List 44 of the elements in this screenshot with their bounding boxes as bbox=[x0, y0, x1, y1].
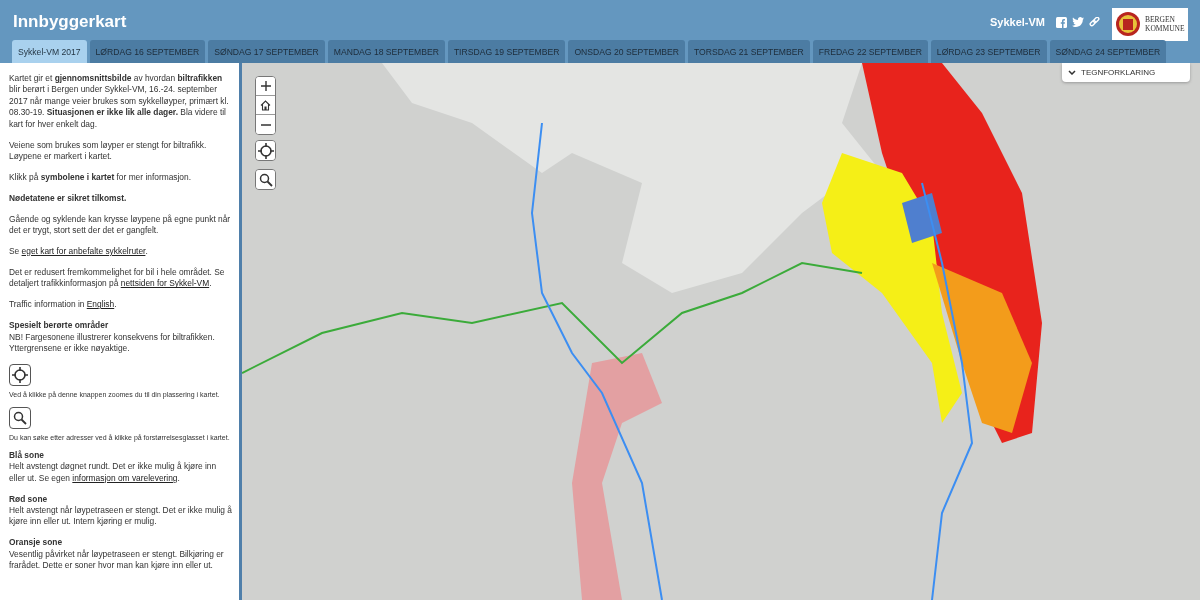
info-paragraph: NB! Fargesonene illustrerer konsekvens for biltrafikken. Yttergrensene er ikke nøyaktige. bbox=[9, 331, 216, 355]
chevron-down-icon bbox=[1068, 70, 1076, 75]
link-icon[interactable] bbox=[1089, 16, 1100, 28]
locate-icon bbox=[257, 142, 274, 159]
info-paragraph: Det er redusert fremkommelighet for bil i hele området. Se detaljert trafikkinformasjon på nettsiden for Sykkel-VM. bbox=[9, 266, 226, 290]
info-paragraph: Klikk på symbolene i kartet for mer informasjon. bbox=[9, 171, 192, 184]
map-drawing[interactable] bbox=[242, 63, 1200, 600]
search-icon bbox=[258, 172, 273, 187]
legend-button[interactable]: TEGNFORKLARING bbox=[1062, 63, 1190, 82]
info-paragraph: Veiene som brukes som løyper er stengt for biltrafikk. Løypene er markert i kartet. bbox=[9, 139, 208, 163]
info-paragraph: Nødetatene er sikret tilkomst. bbox=[9, 192, 128, 205]
search-button[interactable] bbox=[256, 170, 275, 189]
zoom-in-button[interactable] bbox=[256, 77, 275, 96]
day-tab[interactable]: FREDAG 22 SEPTEMBER bbox=[812, 40, 928, 63]
text-link[interactable]: informasjon om varelevering bbox=[72, 472, 178, 483]
info-paragraph: Traffic information in English. bbox=[9, 299, 118, 311]
info-paragraph: Se eget kart for anbefalte sykkelruter. bbox=[9, 245, 149, 258]
day-tab[interactable]: MANDAG 18 SEPTEMBER bbox=[327, 40, 445, 63]
locate-button[interactable] bbox=[256, 141, 275, 160]
facebook-icon[interactable] bbox=[1056, 16, 1067, 28]
zone-description: Helt avstengt døgnet rundt. Det er ikke mulig å kjøre inn eller ut. Se egen informasjon om varelevering. bbox=[9, 461, 218, 485]
day-tab[interactable]: Sykkel-VM 2017 bbox=[12, 40, 87, 63]
day-tab[interactable]: SØNDAG 24 SEPTEMBER bbox=[1049, 40, 1167, 63]
plus-icon bbox=[260, 81, 271, 91]
day-tab[interactable]: TIRSDAG 19 SEPTEMBER bbox=[447, 40, 566, 63]
section-heading: Spesielt berørte områder bbox=[9, 320, 110, 332]
coat-of-arms-icon bbox=[1115, 11, 1141, 37]
app-title: Innbyggerkart bbox=[13, 12, 127, 32]
info-paragraph: Gående og syklende kan krysse løypene på egne punkt når det er trygt, stort sett der det er gangfelt. bbox=[9, 213, 232, 237]
day-tab[interactable]: SØNDAG 17 SEPTEMBER bbox=[208, 40, 325, 63]
bird-icon[interactable] bbox=[1072, 17, 1084, 27]
day-tab[interactable]: LØRDAG 23 SEPTEMBER bbox=[930, 40, 1047, 63]
zone-title: Rød sone bbox=[9, 493, 49, 505]
site-link[interactable]: Sykkel-VM bbox=[989, 16, 1045, 28]
day-tab[interactable]: TORSDAG 21 SEPTEMBER bbox=[688, 40, 810, 63]
minus-icon bbox=[260, 123, 271, 126]
zone-description: Vesentlig påvirket når løypetraseen er stengt. Bilkjøring er frarådet. Dette er soner hvor man kan kjøre inn eller ut. bbox=[9, 548, 225, 572]
zone-title: Blå sone bbox=[9, 449, 45, 462]
day-tab[interactable]: ONSDAG 20 SEPTEMBER bbox=[568, 40, 685, 63]
zone-title: Oransje sone bbox=[9, 537, 64, 549]
day-tab[interactable]: LØRDAG 16 SEPTEMBER bbox=[89, 40, 206, 63]
zone-description: Helt avstengt når løypetraseen er stengt. Det er ikke mulig å kjøre inn eller ut. Intern kjøring er mulig. bbox=[9, 504, 233, 528]
info-paragraph: Kartet gir et gjennomsnittsbilde av hvordan biltrafikken blir berørt i Bergen under Sykkel-VM, 16.-24. september 2017 når mange veier brukes som sykkelløyper, primært kl. 08.30-19. Situasjonen er ikke lik alle dager. Bla videre til kart for hver enkelt dag. bbox=[9, 73, 230, 131]
home-icon bbox=[260, 99, 271, 111]
